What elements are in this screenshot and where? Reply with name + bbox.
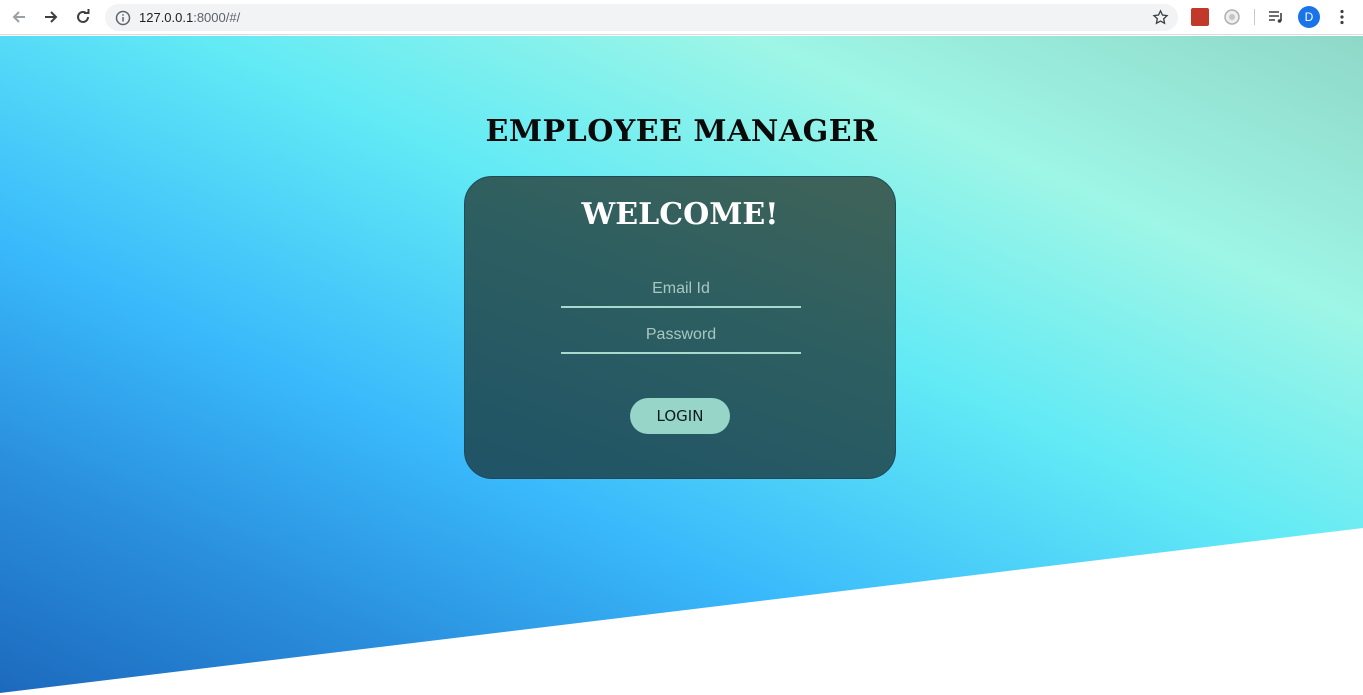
info-icon[interactable] (115, 10, 131, 26)
arrow-right-icon (45, 11, 58, 23)
extension-icon[interactable] (1223, 8, 1241, 26)
browser-toolbar: 127.0.0.1:8000/#/ D (0, 0, 1363, 35)
password-field[interactable] (561, 318, 801, 354)
url-host: 127.0.0.1 (139, 10, 194, 25)
media-control-icon[interactable] (1267, 8, 1285, 26)
page-title: EMPLOYEE MANAGER (485, 114, 878, 149)
email-field[interactable] (561, 272, 801, 308)
page-viewport: EMPLOYEE MANAGER WELCOME! LOGIN (0, 36, 1363, 695)
toolbar-divider (1254, 9, 1255, 25)
login-button[interactable]: LOGIN (630, 398, 730, 434)
arrow-left-icon (12, 11, 25, 23)
reload-icon (77, 9, 90, 23)
address-bar[interactable]: 127.0.0.1:8000/#/ (105, 4, 1178, 31)
reload-button[interactable] (70, 5, 96, 29)
login-card: WELCOME! LOGIN (464, 176, 896, 479)
back-button[interactable] (6, 5, 32, 29)
kebab-menu-icon[interactable] (1333, 8, 1351, 26)
url-path: :8000/#/ (193, 10, 241, 25)
extension-icon[interactable] (1191, 8, 1209, 26)
profile-avatar[interactable]: D (1298, 6, 1320, 28)
star-icon[interactable] (1152, 9, 1169, 26)
welcome-heading: WELCOME! (581, 197, 779, 232)
forward-button[interactable] (38, 5, 64, 29)
url-text[interactable]: 127.0.0.1:8000/#/ (139, 10, 240, 25)
